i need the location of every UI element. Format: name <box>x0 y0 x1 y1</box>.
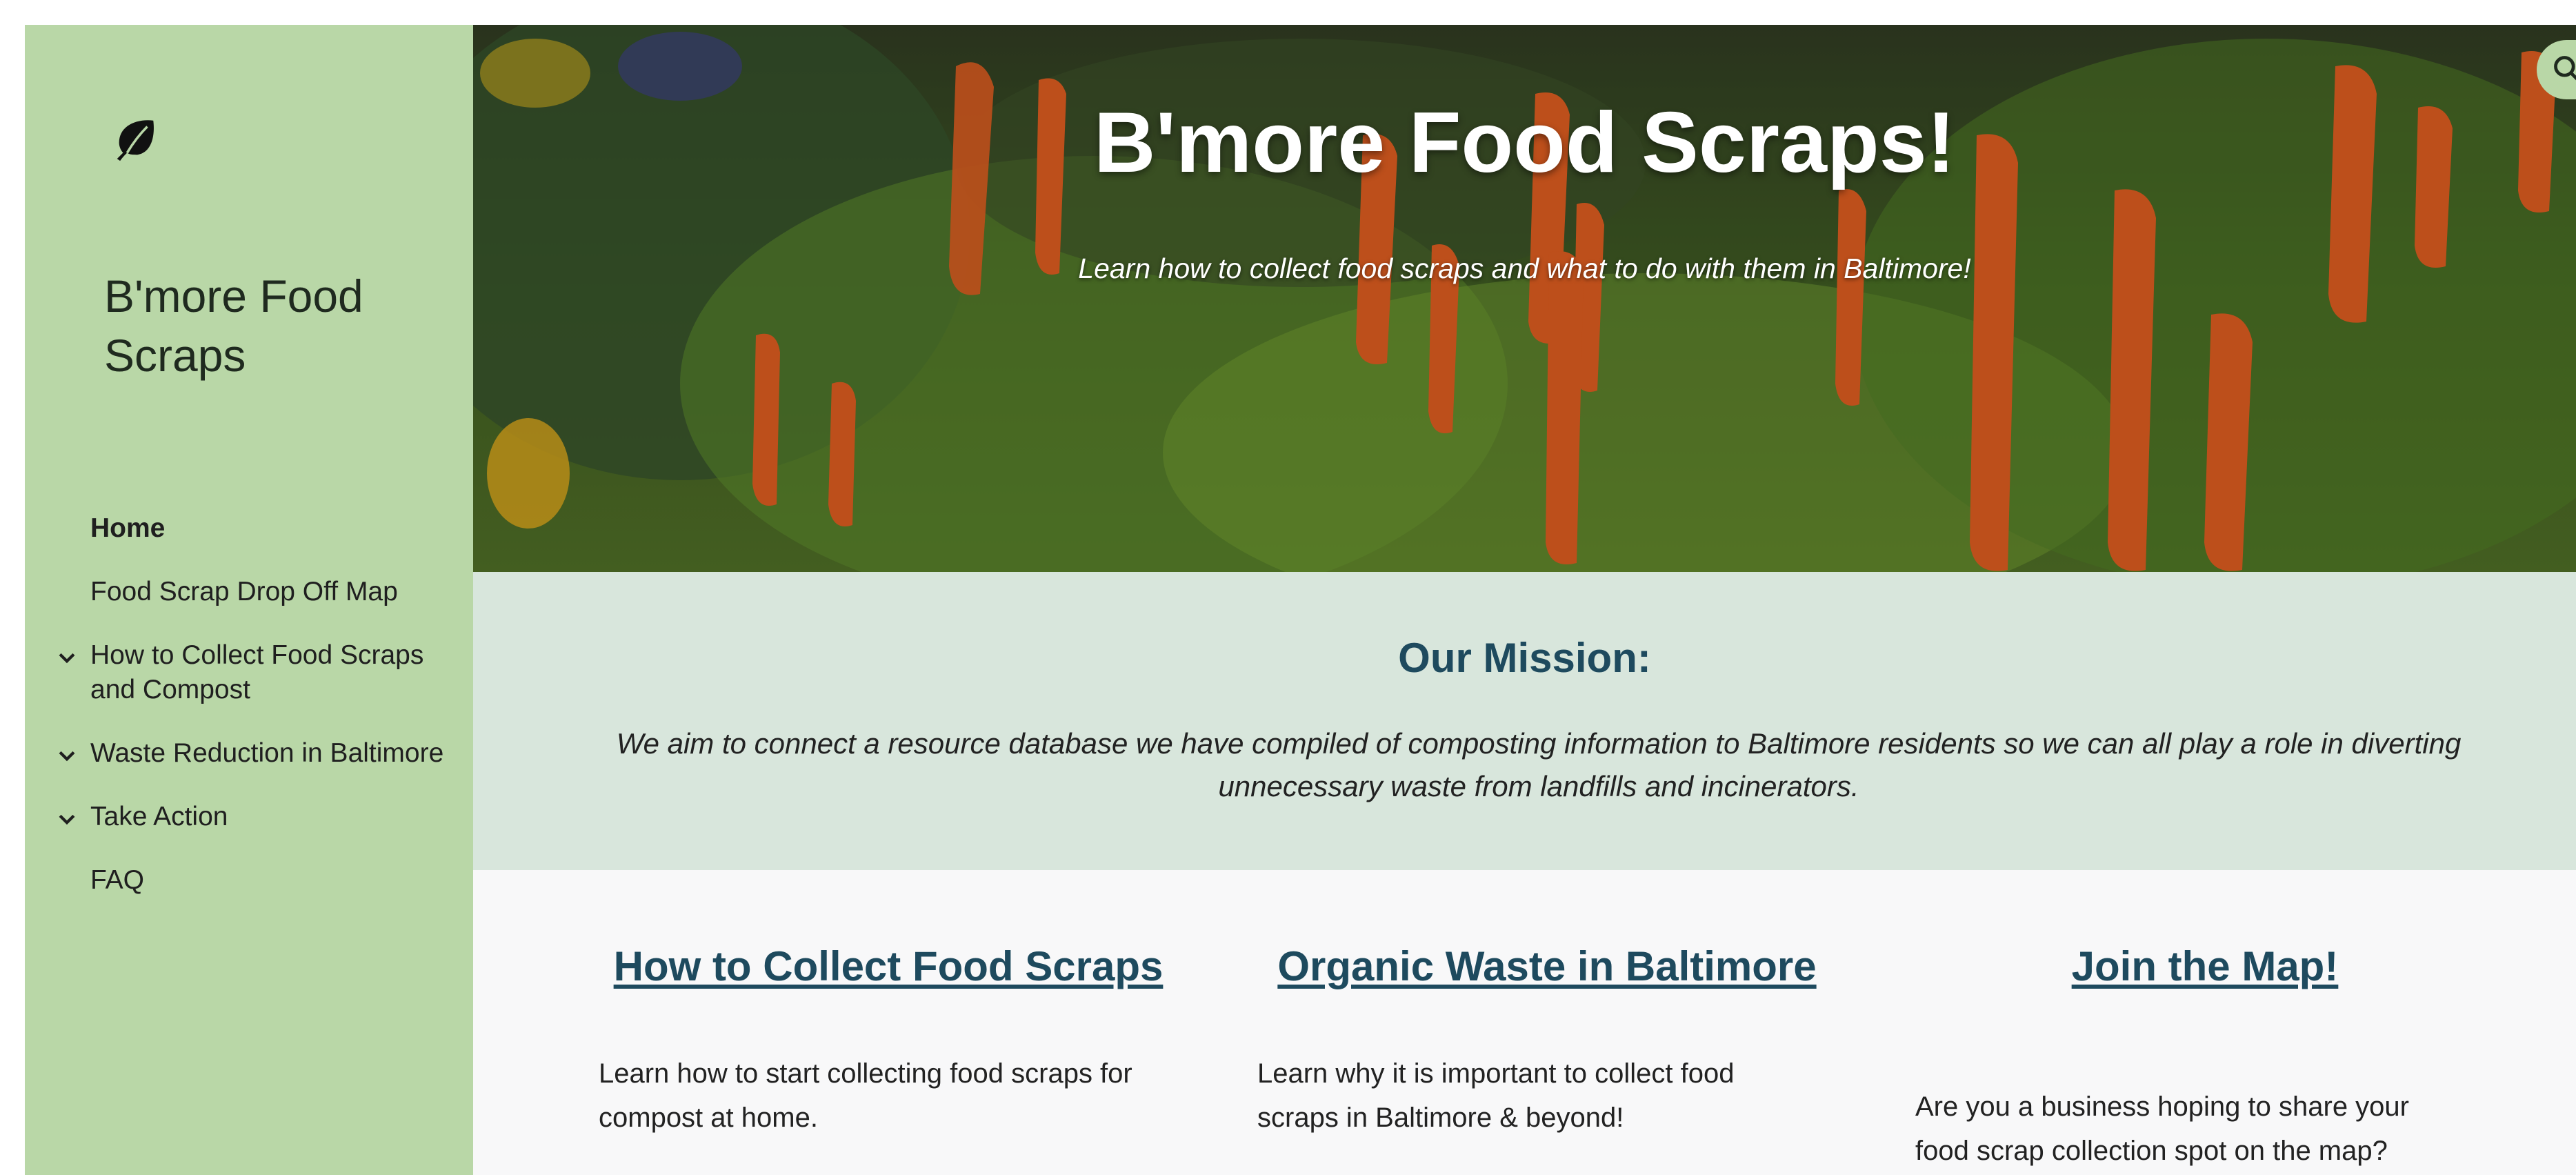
chevron-down-icon[interactable] <box>55 808 79 831</box>
hero-subtitle: Learn how to collect food scraps and wha… <box>1078 253 1971 284</box>
card-text: Are you a business hoping to share your … <box>1915 1092 2409 1166</box>
site-title[interactable]: B'more Food Scraps <box>104 266 449 385</box>
sidebar-item-label: Home <box>90 513 166 543</box>
card-title-link[interactable]: Organic Waste in Baltimore <box>1257 942 1837 990</box>
card-text: Learn how to start collecting food scrap… <box>599 1058 1132 1133</box>
card-text: Learn why it is important to collect foo… <box>1257 1058 1735 1133</box>
sidebar-item-label: Take Action <box>90 802 228 831</box>
sidebar-item-take-action[interactable]: Take Action <box>25 800 473 834</box>
card-title-link[interactable]: How to Collect Food Scraps <box>599 942 1178 990</box>
mission-title: Our Mission: <box>1398 635 1651 681</box>
mission-text: We aim to connect a resource database we… <box>616 727 2462 802</box>
leaf-icon[interactable] <box>111 115 159 163</box>
sidebar-item-label: Food Scrap Drop Off Map <box>90 577 398 606</box>
sidebar-nav: Home Food Scrap Drop Off Map How to Coll… <box>25 511 473 927</box>
chevron-down-icon[interactable] <box>55 646 79 670</box>
card-title-link[interactable]: Join the Map! <box>1915 942 2495 990</box>
sidebar-item-label: Waste Reduction in Baltimore <box>90 738 444 768</box>
hero-title: B'more Food Scraps! <box>1093 95 1956 190</box>
sidebar-item-home[interactable]: Home <box>25 511 473 546</box>
hero-banner: B'more Food Scraps! Learn how to collect… <box>473 25 2576 572</box>
feature-cards: How to Collect Food Scraps Learn how to … <box>473 870 2576 1175</box>
sidebar-item-label: FAQ <box>90 865 145 895</box>
sidebar: B'more Food Scraps Home Food Scrap Drop … <box>25 25 473 1175</box>
sidebar-item-waste-reduction[interactable]: Waste Reduction in Baltimore <box>25 736 473 771</box>
mission-section: Our Mission: We aim to connect a resourc… <box>473 572 2576 870</box>
sidebar-item-how-to-collect[interactable]: How to Collect Food Scraps and Compost <box>25 638 473 707</box>
sidebar-item-faq[interactable]: FAQ <box>25 863 473 898</box>
chevron-down-icon[interactable] <box>55 744 79 768</box>
sidebar-item-label: How to Collect Food Scraps and Compost <box>90 640 424 704</box>
page: B'more Food Scraps Home Food Scrap Drop … <box>0 0 2576 1175</box>
sidebar-item-food-scrap-drop-off-map[interactable]: Food Scrap Drop Off Map <box>25 575 473 609</box>
search-icon <box>2554 56 2576 81</box>
